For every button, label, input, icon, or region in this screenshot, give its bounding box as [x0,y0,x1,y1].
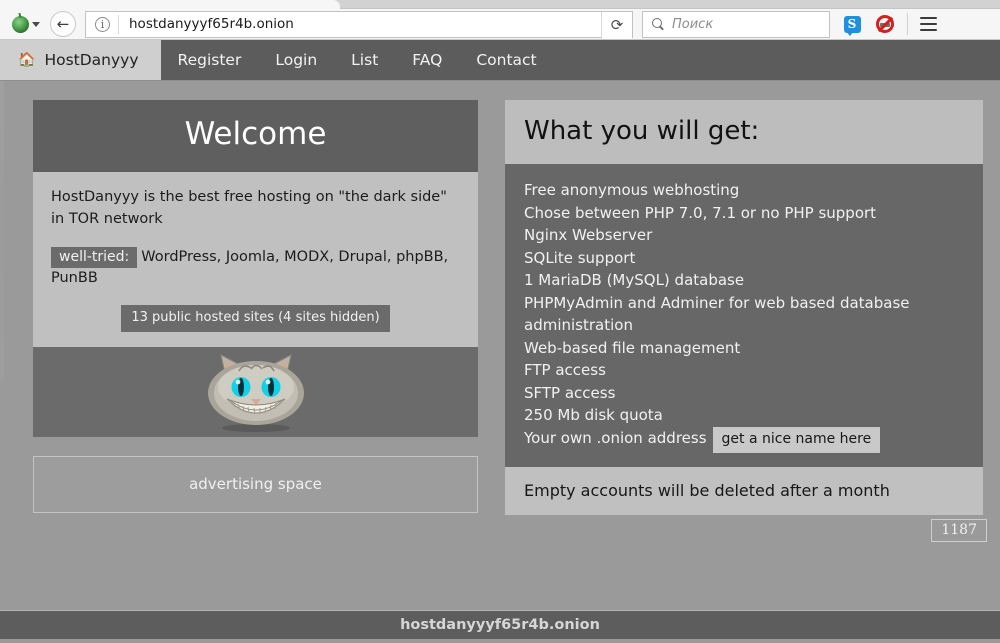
features-panel: What you will get: Free anonymous webhos… [505,100,983,515]
sites-badge-row: 13 public hosted sites (4 sites hidden) [51,303,460,335]
features-panel-header: What you will get: [505,100,983,164]
site-navbar: 🏠 HostDanyyy Register Login List FAQ Con… [0,40,1000,81]
tab-strip [0,0,1000,9]
get-nice-name-button[interactable]: get a nice name here [713,427,881,453]
browser-tab-active[interactable] [0,0,340,9]
nav-item-list[interactable]: List [334,40,395,80]
intro-text: HostDanyyy is the best free hosting on "… [51,187,460,231]
page-left-edge-sliver [0,81,4,381]
noscript-glyph [876,15,894,33]
home-icon: 🏠 [18,53,35,67]
list-item: PHPMyAdmin and Adminer for web based dat… [524,292,964,337]
hamburger-menu-icon[interactable] [915,11,941,37]
onion-icon [12,16,29,33]
toolbar-divider [907,13,908,35]
features-list: Free anonymous webhosting Chose between … [524,179,964,453]
search-input[interactable]: Поиск [672,17,713,32]
hamburger-line [920,17,937,20]
features-panel-body: Free anonymous webhosting Chose between … [505,164,983,467]
list-item-onion-address: Your own .onion address get a nice name h… [524,427,964,453]
advertising-space[interactable]: advertising space [33,456,478,513]
search-bar[interactable]: Поиск [642,11,830,38]
hit-counter: 1187 [931,519,987,542]
tor-status-button[interactable] [6,11,46,37]
list-item: 250 Mb disk quota [524,404,964,427]
nav-item-faq[interactable]: FAQ [395,40,459,80]
cheshire-cat-banner [33,347,478,437]
site-footer: hostdanyyyf65r4b.onion [0,610,1000,639]
reload-button[interactable]: ⟳ [601,12,632,39]
page-content: Welcome HostDanyyy is the best free host… [0,81,1000,610]
arrow-left-icon: ← [57,17,70,32]
address-bar[interactable]: i hostdanyyyf65r4b.onion ⟳ [85,11,633,38]
browser-chrome: ← i hostdanyyyf65r4b.onion ⟳ Поиск S [0,0,1000,40]
features-title: What you will get: [524,118,964,144]
onion-address-label: Your own .onion address [524,429,707,447]
noscript-extension-icon[interactable] [874,13,896,35]
welcome-panel: Welcome HostDanyyy is the best free host… [33,100,478,515]
list-item: SFTP access [524,382,964,405]
content-columns: Welcome HostDanyyy is the best free host… [0,81,1000,515]
well-tried-line: well-tried:WordPress, Joomla, MODX, Drup… [51,247,460,291]
site-info-icon[interactable]: i [95,17,110,32]
search-icon [652,18,665,31]
status-badge: 13 public hosted sites (4 sites hidden) [121,305,389,332]
chevron-down-icon [32,22,40,27]
cheshire-cat-image [181,349,331,435]
welcome-panel-body: HostDanyyy is the best free hosting on "… [33,172,478,347]
list-item: Chose between PHP 7.0, 7.1 or no PHP sup… [524,202,964,225]
nav-item-login[interactable]: Login [258,40,334,80]
list-item: Nginx Webserver [524,224,964,247]
skype-extension-icon[interactable]: S [841,13,863,35]
nav-brand-label: HostDanyyy [44,51,138,69]
welcome-panel-header: Welcome [33,100,478,172]
features-footer-note: Empty accounts will be deleted after a m… [505,467,983,515]
list-item: SQLite support [524,247,964,270]
nav-item-contact[interactable]: Contact [459,40,553,80]
url-text: hostdanyyyf65r4b.onion [129,16,294,32]
list-item: Free anonymous webhosting [524,179,964,202]
hamburger-line [920,29,937,32]
list-item: Web-based file management [524,337,964,360]
page-title: Welcome [53,119,458,150]
well-tried-tag: well-tried: [51,247,137,268]
nav-brand-hostdanyyy[interactable]: 🏠 HostDanyyy [0,40,161,80]
list-item: 1 MariaDB (MySQL) database [524,269,964,292]
list-item: FTP access [524,359,964,382]
hamburger-line [920,23,937,26]
site-footer-label: hostdanyyyf65r4b.onion [400,617,600,633]
skype-glyph: S [844,16,861,33]
urlbar-divider [118,15,119,34]
back-button[interactable]: ← [50,11,76,37]
browser-toolbar: ← i hostdanyyyf65r4b.onion ⟳ Поиск S [0,9,1000,40]
nav-item-register[interactable]: Register [161,40,259,80]
